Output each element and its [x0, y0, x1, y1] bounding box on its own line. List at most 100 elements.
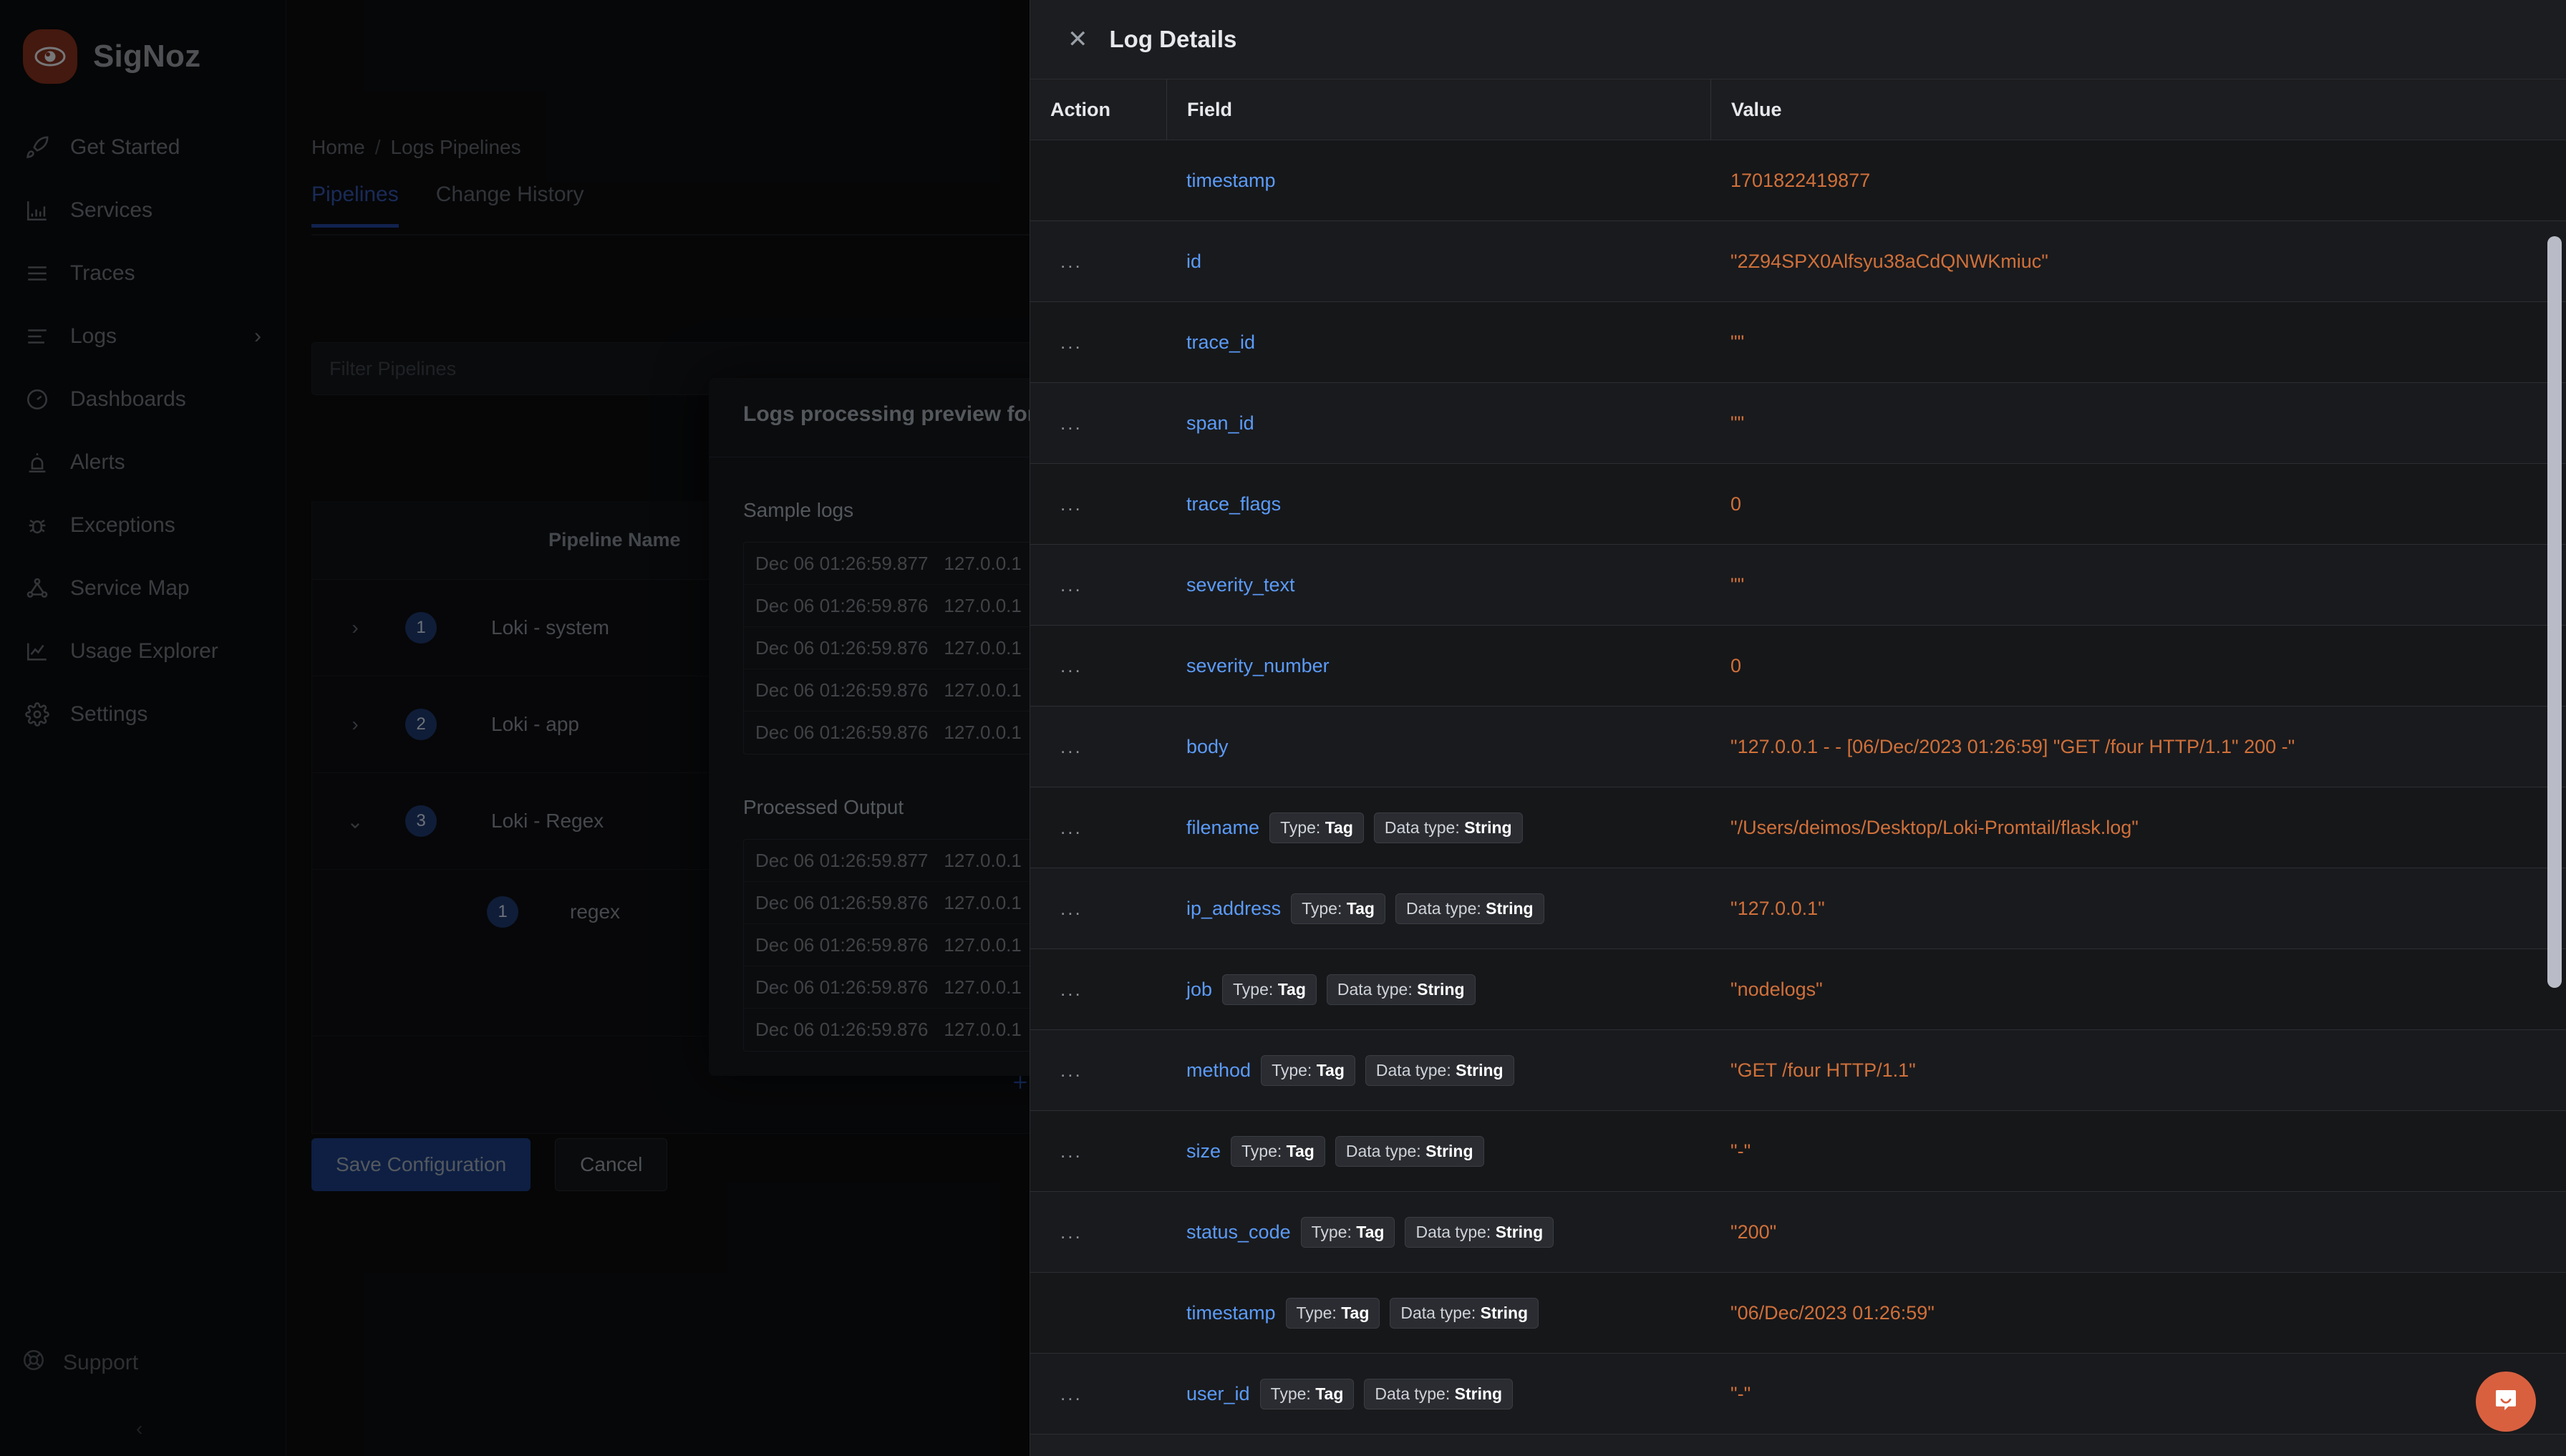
table-row[interactable]: timestamp Type: Tag Data type: String "06/D…: [1030, 1273, 2566, 1354]
table-row[interactable]: ... trace_id "": [1030, 302, 2566, 383]
field-name[interactable]: trace_flags: [1186, 493, 1281, 515]
field-tag-badge: Type: Tag: [1285, 1297, 1380, 1329]
field-name[interactable]: job: [1186, 979, 1212, 1001]
row-action-menu[interactable]: ...: [1030, 1383, 1166, 1405]
field-cell: span_id: [1166, 412, 1710, 435]
row-action-menu[interactable]: ...: [1030, 1059, 1166, 1082]
field-value: "127.0.0.1": [1730, 897, 1825, 919]
table-row[interactable]: ... severity_text "": [1030, 545, 2566, 626]
field-cell: severity_number: [1166, 655, 1710, 677]
field-tag-badge: Data type: String: [1373, 812, 1523, 843]
field-name[interactable]: severity_number: [1186, 655, 1330, 677]
table-row[interactable]: ... user_id Type: Tag Data type: String "-": [1030, 1354, 2566, 1435]
field-tag-badge: Type: Tag: [1231, 1135, 1325, 1167]
row-action-menu[interactable]: ...: [1030, 736, 1166, 758]
intercom-chat-button[interactable]: [2476, 1372, 2536, 1432]
row-action-menu[interactable]: ...: [1030, 493, 1166, 515]
table-row[interactable]: ... status_code Type: Tag Data type: String…: [1030, 1192, 2566, 1273]
field-value: "nodelogs": [1730, 978, 1823, 1000]
field-tag-badge: Data type: String: [1326, 974, 1476, 1005]
row-action-menu[interactable]: ...: [1030, 574, 1166, 596]
log-details-drawer: ✕ Log Details Action Field Value timesta…: [1030, 0, 2566, 1456]
field-value: "06/Dec/2023 01:26:59": [1730, 1301, 1935, 1324]
row-action-menu[interactable]: ...: [1030, 898, 1166, 920]
field-value: "200": [1730, 1220, 1777, 1243]
field-cell: size Type: Tag Data type: String: [1166, 1135, 1710, 1167]
field-name[interactable]: severity_text: [1186, 574, 1295, 596]
table-row[interactable]: ... ip_address Type: Tag Data type: String "…: [1030, 868, 2566, 949]
row-action-menu[interactable]: ...: [1030, 412, 1166, 435]
field-tag-badge: Data type: String: [1390, 1297, 1539, 1329]
field-value: "2Z94SPX0Alfsyu38aCdQNWKmiuc": [1730, 250, 2048, 272]
table-row[interactable]: ... span_id "": [1030, 383, 2566, 464]
table-row[interactable]: ... body "127.0.0.1 - - [06/Dec/2023 01:26…: [1030, 707, 2566, 787]
field-cell: filename Type: Tag Data type: String: [1166, 812, 1710, 843]
field-cell: method Type: Tag Data type: String: [1166, 1054, 1710, 1086]
field-name[interactable]: status_code: [1186, 1221, 1291, 1243]
drawer-scrollbar[interactable]: [2547, 236, 2562, 988]
field-name[interactable]: trace_id: [1186, 331, 1255, 354]
field-value: "": [1730, 331, 1745, 353]
field-tag-badge: Type: Tag: [1291, 893, 1385, 924]
table-row[interactable]: ... severity_number 0: [1030, 626, 2566, 707]
row-action-menu[interactable]: ...: [1030, 817, 1166, 839]
row-action-menu[interactable]: ...: [1030, 979, 1166, 1001]
field-tag-badge: Type: Tag: [1300, 1216, 1395, 1248]
field-cell: trace_id: [1166, 331, 1710, 354]
table-row[interactable]: ... size Type: Tag Data type: String "-": [1030, 1111, 2566, 1192]
field-tag-badge: Type: Tag: [1261, 1054, 1355, 1086]
row-action-menu[interactable]: ...: [1030, 251, 1166, 273]
table-row[interactable]: ... id "2Z94SPX0Alfsyu38aCdQNWKmiuc": [1030, 221, 2566, 302]
field-value: 1701822419877: [1730, 169, 1871, 191]
field-cell: user_id Type: Tag Data type: String: [1166, 1378, 1710, 1409]
field-name[interactable]: user_id: [1186, 1383, 1250, 1405]
row-action-menu[interactable]: ...: [1030, 331, 1166, 354]
field-tag-badge: Data type: String: [1365, 1054, 1514, 1086]
field-tag-badge: Type: Tag: [1222, 974, 1317, 1005]
column-header-field: Field: [1166, 79, 1710, 140]
field-tag-badge: Type: Tag: [1259, 1378, 1355, 1409]
field-cell: ip_address Type: Tag Data type: String: [1166, 893, 1710, 924]
row-action-menu[interactable]: ...: [1030, 1221, 1166, 1243]
field-cell: timestamp Type: Tag Data type: String: [1166, 1297, 1710, 1329]
row-action-menu[interactable]: ...: [1030, 655, 1166, 677]
field-cell: trace_flags: [1166, 493, 1710, 515]
field-name[interactable]: body: [1186, 736, 1229, 758]
field-value: "-": [1730, 1382, 1751, 1404]
field-cell: job Type: Tag Data type: String: [1166, 974, 1710, 1005]
field-cell: severity_text: [1166, 574, 1710, 596]
field-tag-badge: Data type: String: [1364, 1378, 1514, 1409]
table-row[interactable]: ... job Type: Tag Data type: String "nodelog…: [1030, 949, 2566, 1030]
field-value: "/Users/deimos/Desktop/Loki-Promtail/fla…: [1730, 816, 2139, 838]
field-tag-badge: Type: Tag: [1269, 812, 1364, 843]
field-name[interactable]: ip_address: [1186, 898, 1281, 920]
field-name[interactable]: timestamp: [1186, 170, 1276, 192]
column-header-action: Action: [1050, 98, 1110, 120]
field-name[interactable]: size: [1186, 1140, 1221, 1163]
drawer-header: ✕ Log Details: [1030, 0, 2566, 79]
field-name[interactable]: id: [1186, 251, 1201, 273]
table-row[interactable]: ... method Type: Tag Data type: String "GET …: [1030, 1030, 2566, 1111]
field-value: 0: [1730, 654, 1742, 676]
chat-bubble-icon: [2491, 1385, 2521, 1419]
field-name[interactable]: timestamp: [1186, 1302, 1276, 1324]
field-value: "-": [1730, 1140, 1751, 1162]
field-cell: status_code Type: Tag Data type: String: [1166, 1216, 1710, 1248]
close-icon[interactable]: ✕: [1067, 27, 1088, 52]
table-row[interactable]: ... trace_flags 0: [1030, 464, 2566, 545]
field-cell: timestamp: [1166, 170, 1710, 192]
table-row[interactable]: timestamp 1701822419877: [1030, 140, 2566, 221]
table-row[interactable]: ... filename Type: Tag Data type: String "/U…: [1030, 787, 2566, 868]
field-name[interactable]: method: [1186, 1059, 1251, 1082]
field-value: "GET /four HTTP/1.1": [1730, 1059, 1916, 1081]
field-name[interactable]: filename: [1186, 817, 1259, 839]
field-tag-badge: Data type: String: [1335, 1135, 1484, 1167]
field-value: "": [1730, 573, 1745, 596]
drawer-title: Log Details: [1109, 26, 1237, 52]
row-action-menu[interactable]: ...: [1030, 1140, 1166, 1163]
field-name[interactable]: span_id: [1186, 412, 1254, 435]
log-details-table-header: Action Field Value: [1030, 79, 2566, 140]
log-details-table-body: timestamp 1701822419877... id "2Z94SPX0Alfs…: [1030, 140, 2566, 1456]
field-value: "": [1730, 412, 1745, 434]
field-value: 0: [1730, 492, 1742, 515]
